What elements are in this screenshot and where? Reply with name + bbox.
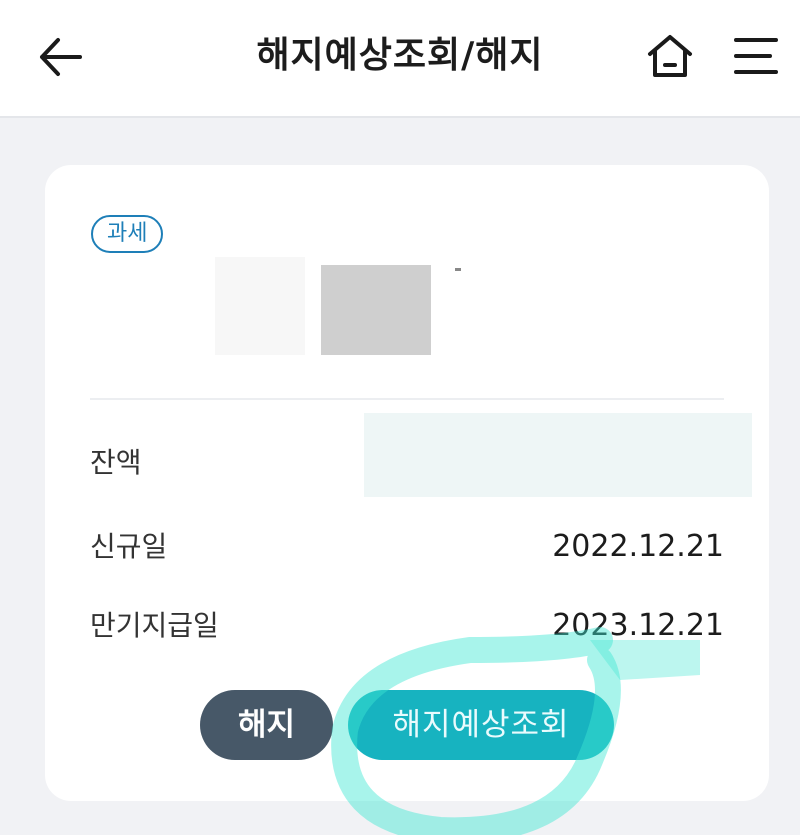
tax-badge: 과세 [91,215,164,253]
maturity-date-label: 만기지급일 [90,609,219,642]
open-date-label: 신규일 [90,530,168,563]
redacted-balance [364,413,752,497]
redacted-area [215,257,305,355]
account-card: 과세 잔액 신규일 2022.12.21 만기지급일 2023.12.21 해지… [45,165,769,801]
redacted-account-name [321,265,431,355]
home-icon [648,35,692,77]
redacted-mark [455,268,461,271]
cancel-account-button[interactable]: 해지 [200,690,333,760]
maturity-date-value: 2023.12.21 [552,608,724,643]
balance-label: 잔액 [90,446,142,479]
home-button[interactable] [644,30,696,82]
hamburger-menu-icon [734,38,778,74]
open-date-value: 2022.12.21 [552,529,724,564]
menu-button[interactable] [734,36,778,76]
top-app-bar: 해지예상조회/해지 [0,0,800,118]
divider [90,398,724,400]
cancellation-inquiry-button[interactable]: 해지예상조회 [348,690,614,760]
